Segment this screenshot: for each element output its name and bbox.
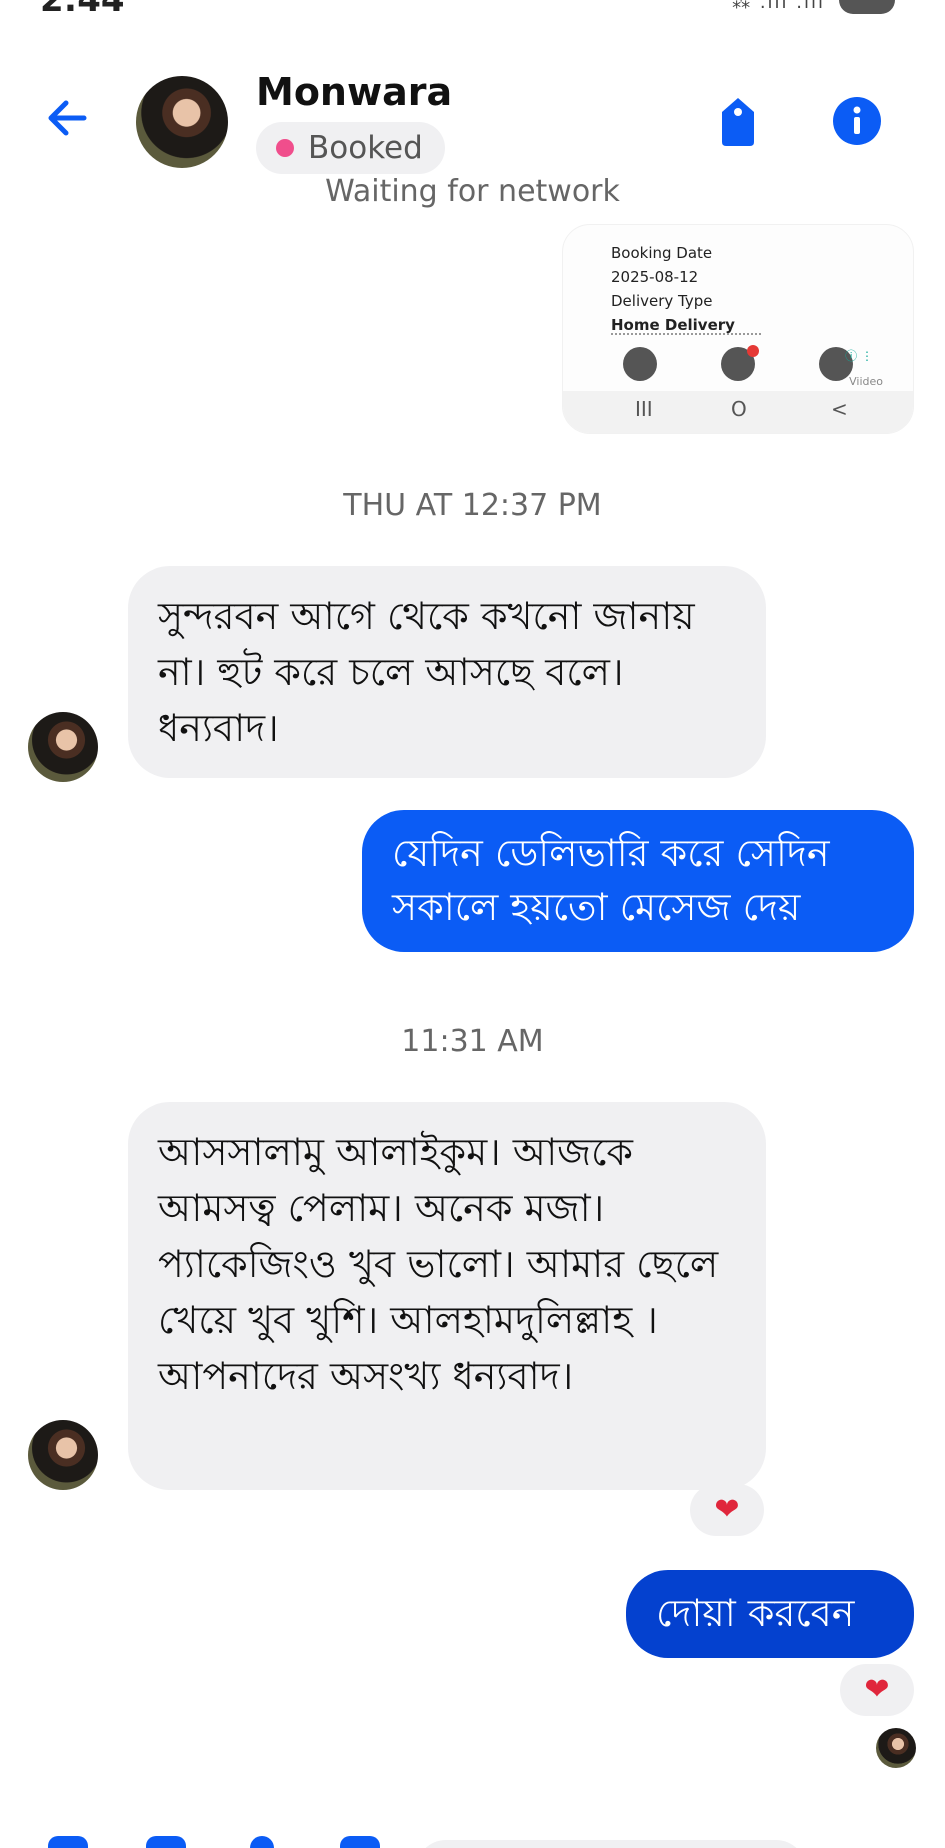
more-icon: ⓘ ⋮ xyxy=(845,349,873,363)
mic-icon[interactable] xyxy=(250,1836,274,1848)
recents-icon: III xyxy=(635,397,653,421)
booked-label-chip[interactable]: Booked xyxy=(256,122,445,174)
back-icon: < xyxy=(831,397,848,421)
attachment-navbar: III O < xyxy=(563,391,913,433)
menu-icon[interactable] xyxy=(48,1836,88,1848)
label-dot-icon xyxy=(276,139,294,157)
conversation-header: Monwara Booked xyxy=(0,30,945,174)
incoming-message[interactable]: সুন্দরবন আগে থেকে কখনো জানায় না। হুট কর… xyxy=(128,566,766,778)
sender-avatar[interactable] xyxy=(28,1420,98,1490)
outgoing-message[interactable]: দোয়া করবেন xyxy=(626,1570,914,1658)
timestamp: THU AT 12:37 PM xyxy=(343,488,602,523)
attachment-line: Delivery Type xyxy=(611,292,713,310)
info-icon[interactable] xyxy=(832,96,882,146)
signal-icon: ⁂ .ııl .ııl xyxy=(732,0,825,13)
outgoing-message[interactable]: যেদিন ডেলিভারি করে সেদিন সকালে হয়তো মেস… xyxy=(362,810,914,952)
heart-reaction-icon[interactable]: ❤ xyxy=(690,1484,764,1536)
profile-icon xyxy=(623,347,657,381)
network-status: Waiting for network xyxy=(325,174,620,209)
battery-icon xyxy=(839,0,895,14)
attachment-corner-text: Viideo xyxy=(849,375,883,388)
heart-reaction-icon[interactable]: ❤ xyxy=(840,1664,914,1716)
seen-avatar xyxy=(876,1728,916,1768)
attachment-line: Booking Date xyxy=(611,244,713,262)
tag-icon[interactable] xyxy=(716,96,760,148)
message-icon xyxy=(721,345,759,381)
cut-off-text xyxy=(611,333,761,339)
timestamp: 11:31 AM xyxy=(401,1024,544,1059)
status-time: 2:44 xyxy=(40,0,125,20)
attachment-line: 2025-08-12 xyxy=(611,268,699,286)
contact-name[interactable]: Monwara xyxy=(256,70,452,114)
label-text: Booked xyxy=(308,130,423,166)
message-input[interactable] xyxy=(416,1840,806,1848)
attachment-text: Booking Date 2025-08-12 Delivery Type Ho… xyxy=(611,241,735,337)
status-bar: 2:44 ⁂ .ııl .ııl xyxy=(0,0,945,20)
message-composer xyxy=(0,1822,945,1848)
camera-icon[interactable] xyxy=(146,1836,186,1848)
back-arrow-icon[interactable] xyxy=(40,90,96,146)
image-attachment[interactable]: Booking Date 2025-08-12 Delivery Type Ho… xyxy=(562,224,914,434)
home-icon: O xyxy=(731,397,747,421)
sender-avatar[interactable] xyxy=(28,712,98,782)
incoming-message[interactable]: আসসালামু আলাইকুম। আজকে আমসত্ব পেলাম। অনে… xyxy=(128,1102,766,1490)
contact-avatar[interactable] xyxy=(136,76,228,168)
gallery-icon[interactable] xyxy=(340,1836,380,1848)
